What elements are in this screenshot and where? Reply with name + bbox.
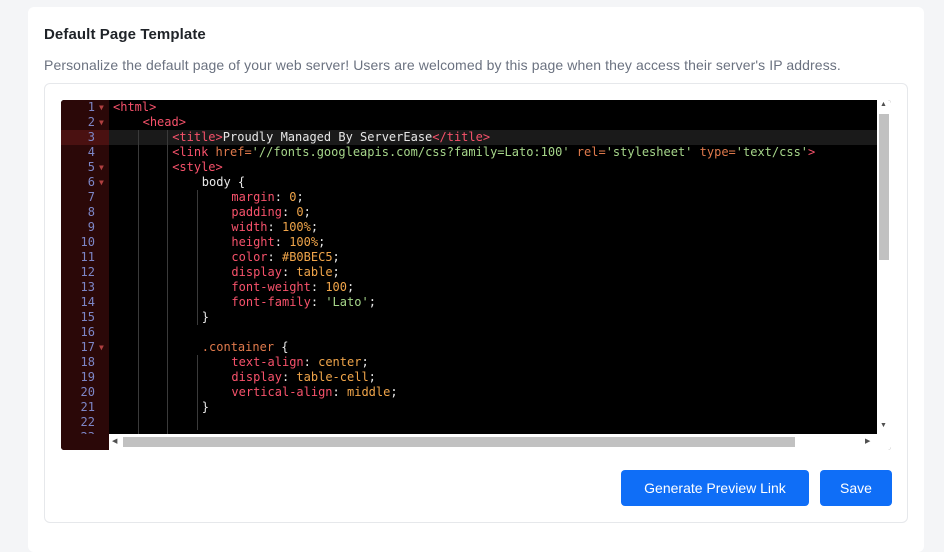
section-description: Personalize the default page of your web… xyxy=(44,57,841,73)
line-number: 9 xyxy=(87,220,95,234)
line-number: 16 xyxy=(80,325,95,339)
indent-guide xyxy=(137,130,139,434)
line-number: 4 xyxy=(87,145,95,159)
line-number: 15 xyxy=(80,310,95,324)
line-number: 21 xyxy=(80,400,95,414)
horizontal-scroll-thumb[interactable] xyxy=(123,437,795,447)
code-text: text-align: center; xyxy=(231,355,369,369)
fold-arrow-icon[interactable]: ▼ xyxy=(99,175,104,190)
scroll-up-arrow-icon[interactable]: ▲ xyxy=(880,101,887,108)
line-number: 19 xyxy=(80,370,95,384)
indent-guide xyxy=(196,190,198,325)
vertical-scroll-thumb[interactable] xyxy=(879,114,889,260)
code-text: font-family: 'Lato'; xyxy=(231,295,376,309)
indent-guide xyxy=(196,355,198,430)
fold-arrow-icon[interactable]: ▼ xyxy=(99,340,104,355)
generate-preview-link-button[interactable]: Generate Preview Link xyxy=(621,470,809,506)
fold-arrow-icon[interactable]: ▼ xyxy=(99,430,104,434)
scroll-right-arrow-icon[interactable]: ▶ xyxy=(865,437,870,445)
code-text: font-weight: 100; xyxy=(231,280,355,294)
code-text: height: 100%; xyxy=(231,235,326,249)
code-text: <head> xyxy=(142,115,186,129)
line-number: 18 xyxy=(80,355,95,369)
scrollbar-corner xyxy=(877,434,891,450)
line-number: 5 xyxy=(87,160,95,174)
scroll-left-arrow-icon[interactable]: ◀ xyxy=(112,437,117,445)
code-area[interactable]: 1 ▼ <html> 2 ▼ <head> 3 <title>Proudly Managed … xyxy=(61,100,877,434)
line-number: 6 xyxy=(87,175,95,189)
editor-panel: 1 ▼ <html> 2 ▼ <head> 3 <title>Proudly Managed … xyxy=(44,83,908,523)
code-text: <html> xyxy=(113,100,157,114)
code-text: .container { xyxy=(201,340,289,354)
line-number: 12 xyxy=(80,265,95,279)
code-text: } xyxy=(201,310,210,324)
line-number: 22 xyxy=(80,415,95,429)
code-text: display: table; xyxy=(231,265,340,279)
code-text: width: 100%; xyxy=(231,220,319,234)
line-number: 23 xyxy=(61,430,95,434)
code-text: padding: 0; xyxy=(231,205,311,219)
code-text: margin: 0; xyxy=(231,190,304,204)
vertical-scrollbar[interactable]: ▲ ▼ xyxy=(877,100,891,434)
line-number: 13 xyxy=(80,280,95,294)
line-number: 2 xyxy=(87,115,95,129)
code-text: <link href='//fonts.googleapis.com/css?f… xyxy=(172,145,816,159)
line-number: 20 xyxy=(80,385,95,399)
code-editor[interactable]: 1 ▼ <html> 2 ▼ <head> 3 <title>Proudly Managed … xyxy=(61,100,891,450)
code-text: <style> xyxy=(172,160,223,174)
line-number: 3 xyxy=(87,130,95,144)
line-number: 7 xyxy=(87,190,95,204)
fold-arrow-icon[interactable]: ▼ xyxy=(99,160,104,175)
save-button[interactable]: Save xyxy=(820,470,892,506)
code-text: color: #B0BEC5; xyxy=(231,250,340,264)
code-text: body { xyxy=(201,175,246,189)
code-text: } xyxy=(201,400,210,414)
section-title: Default Page Template xyxy=(44,26,206,43)
line-number: 17 xyxy=(80,340,95,354)
horizontal-scrollbar[interactable]: ◀ ▶ xyxy=(109,434,877,450)
line-number: 8 xyxy=(87,205,95,219)
code-text: <title>Proudly Managed By ServerEase</ti… xyxy=(172,130,491,144)
fold-arrow-icon[interactable]: ▼ xyxy=(99,100,104,115)
code-text: vertical-align: middle; xyxy=(231,385,398,399)
line-number: 10 xyxy=(80,235,95,249)
indent-guide xyxy=(167,130,169,434)
line-number: 14 xyxy=(80,295,95,309)
code-text: display: table-cell; xyxy=(231,370,376,384)
fold-arrow-icon[interactable]: ▼ xyxy=(99,115,104,130)
default-page-template-card: Default Page Template Personalize the de… xyxy=(28,7,924,552)
line-number: 11 xyxy=(80,250,95,264)
scroll-down-arrow-icon[interactable]: ▼ xyxy=(880,422,887,429)
line-number: 1 xyxy=(87,100,95,114)
